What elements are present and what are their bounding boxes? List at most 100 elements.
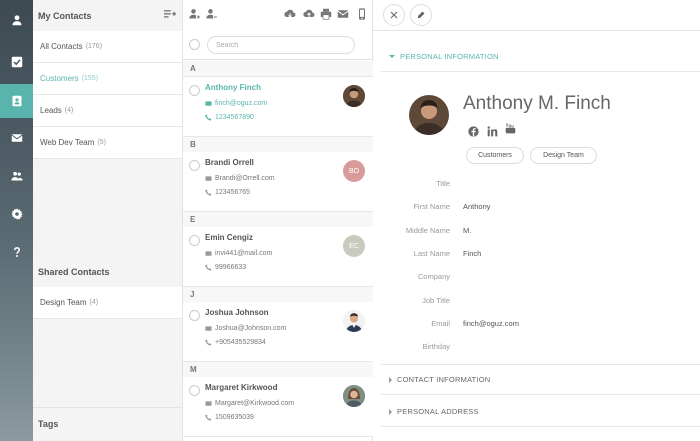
group-count: (5) [97, 139, 106, 146]
mail-icon [205, 401, 212, 406]
rail-help-button[interactable] [0, 236, 33, 268]
group-all-contacts[interactable]: All Contacts (176) [33, 31, 182, 63]
field-label-job-title: Job Title [422, 296, 450, 305]
contact-phone: 123456765 [215, 189, 251, 196]
import-button[interactable] [284, 8, 296, 20]
contact-email: Brandi@Orrell.com [215, 175, 275, 182]
group-label: Design Team [40, 298, 87, 307]
mail-icon [205, 251, 212, 256]
help-icon [13, 247, 20, 257]
cloud-upload-icon [303, 9, 315, 18]
group-leads[interactable]: Leads (4) [33, 95, 182, 127]
avatar-photo [409, 95, 449, 135]
group-label: Web Dev Team [40, 138, 95, 147]
avatar [343, 310, 365, 332]
edit-button[interactable] [410, 4, 432, 26]
contact-email-line: invi441@mail.com [205, 250, 272, 257]
facebook-link[interactable] [467, 125, 479, 137]
remove-contact-button[interactable] [206, 8, 218, 20]
contact-groups-panel: My Contacts All Contacts (176) Customers(… [33, 0, 183, 441]
contact-name: Margaret Kirkwood [205, 383, 278, 392]
contact-phone: +905435529834 [215, 339, 266, 346]
rail-team-button[interactable] [0, 160, 33, 192]
add-user-icon [189, 9, 201, 20]
group-count: (155) [81, 75, 99, 82]
app-rail [0, 0, 33, 441]
email-button[interactable] [337, 8, 349, 20]
group-customers[interactable]: Customers (155) [33, 63, 182, 95]
mail-icon [205, 176, 212, 181]
contact-card-emin-cengiz[interactable]: Emin Cengiz invi441@mail.com 99966633 EC [183, 227, 373, 287]
contact-email-line: Margaret@Kirkwood.com [205, 400, 294, 407]
pencil-icon [418, 11, 425, 18]
contact-card-joshua-johnson[interactable]: Joshua Johnson Joshua@Johnson.com +90543… [183, 302, 373, 362]
field-label-first-name: First Name [413, 202, 450, 211]
contact-phone-line: 1509635039 [205, 414, 254, 421]
rail-user-button[interactable] [0, 4, 33, 36]
contact-checkbox[interactable] [189, 235, 200, 246]
phone-icon [205, 189, 212, 196]
avatar [343, 85, 365, 107]
section-contact-information[interactable]: CONTACT INFORMATION [381, 365, 700, 395]
close-button[interactable] [383, 4, 405, 26]
contact-checkbox[interactable] [189, 310, 200, 321]
print-button[interactable] [320, 8, 332, 20]
contact-checkbox[interactable] [189, 385, 200, 396]
contacts-icon [12, 95, 21, 107]
rail-tasks-button[interactable] [0, 46, 33, 78]
linkedin-link[interactable] [486, 125, 498, 137]
field-label-email: Email [431, 319, 450, 328]
field-value-middle-name: M. [463, 226, 472, 235]
youtube-icon [505, 123, 515, 133]
contact-card-margaret-kirkwood[interactable]: Margaret Kirkwood Margaret@Kirkwood.com … [183, 377, 373, 437]
rail-mail-button[interactable] [0, 122, 33, 154]
facebook-icon [467, 125, 479, 137]
tag-design-team[interactable]: Design Team [530, 147, 597, 164]
rail-settings-button[interactable] [0, 198, 33, 230]
section-personal-address[interactable]: PERSONAL ADDRESS [381, 397, 700, 427]
field-label-title: Title [436, 179, 450, 188]
group-label: Leads [40, 106, 62, 115]
linkedin-icon [487, 125, 497, 136]
select-all-checkbox[interactable] [189, 39, 200, 50]
mail-icon [205, 101, 212, 106]
add-contact-button[interactable] [189, 8, 201, 20]
contact-checkbox[interactable] [189, 85, 200, 96]
contact-detail-panel: PERSONAL INFORMATION Anthony M. Finch Cu… [373, 0, 700, 441]
rail-contacts-button[interactable] [0, 84, 33, 118]
contact-card-anthony-finch[interactable]: Anthony Finch finch@oguz.com 1234567890 [183, 77, 373, 137]
contact-card-brandi-orrell[interactable]: Brandi Orrell Brandi@Orrell.com 12345676… [183, 152, 373, 212]
my-contacts-header: My Contacts [38, 11, 92, 21]
field-label-last-name: Last Name [413, 249, 450, 258]
contact-email-line: finch@oguz.com [205, 100, 267, 107]
add-list-icon [164, 10, 176, 18]
mobile-button[interactable] [356, 8, 368, 20]
avatar [343, 385, 365, 407]
close-icon [390, 11, 398, 19]
group-label: All Contacts [40, 42, 83, 51]
export-button[interactable] [303, 8, 315, 20]
letter-divider-e: E [183, 212, 373, 228]
group-count: (4) [64, 107, 74, 114]
section-personal-information[interactable]: PERSONAL INFORMATION [381, 42, 700, 72]
field-label-birthday: Birthday [422, 342, 450, 351]
group-design-team[interactable]: Design Team (4) [33, 287, 182, 319]
add-group-button[interactable] [164, 8, 176, 20]
contact-phone-line: 99966633 [205, 264, 246, 271]
contact-email: invi441@mail.com [215, 250, 273, 257]
mail-icon [10, 134, 23, 142]
contact-email: Joshua@Johnson.com [215, 325, 287, 332]
cloud-download-icon [284, 9, 296, 18]
section-title: PERSONAL ADDRESS [397, 407, 479, 416]
tags-divider [33, 407, 182, 408]
contact-checkbox[interactable] [189, 160, 200, 171]
tags-header: Tags [38, 419, 59, 429]
contact-phone-line: +905435529834 [205, 339, 266, 346]
group-web-dev-team[interactable]: Web Dev Team (5) [33, 127, 182, 159]
contact-phone: 1509635039 [215, 414, 254, 421]
avatar-photo [343, 85, 365, 107]
search-input[interactable] [207, 36, 355, 54]
mail-icon [205, 326, 212, 331]
youtube-link[interactable] [504, 122, 516, 134]
tag-customers[interactable]: Customers [466, 147, 524, 164]
